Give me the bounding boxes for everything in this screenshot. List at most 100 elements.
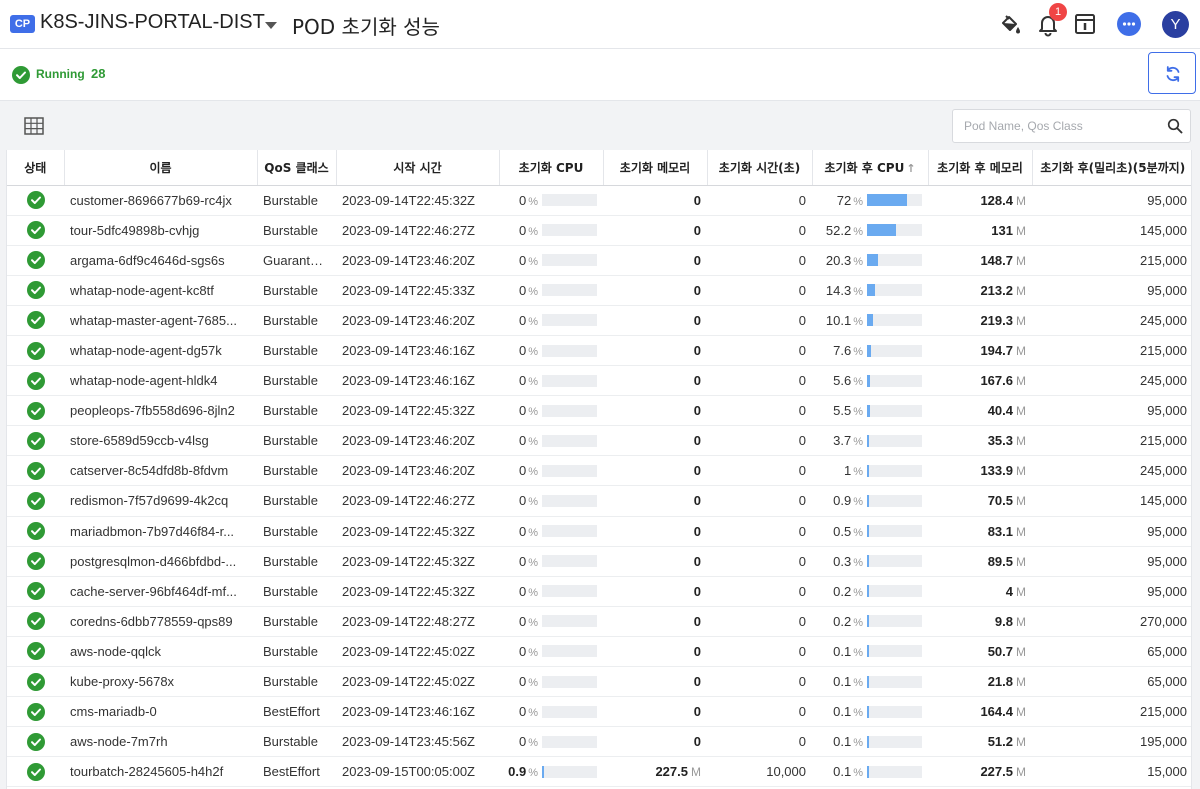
- table-row[interactable]: catserver-8c54dfd8b-8fdvm Burstable 2023-0…: [7, 455, 1191, 487]
- pod-name[interactable]: aws-node-7m7rh: [64, 726, 257, 758]
- column-header-post-cpu[interactable]: 초기화 후 CPU ↑: [812, 150, 929, 186]
- pod-name[interactable]: coredns-6dbb778559-qps89: [64, 606, 257, 637]
- post-cpu-value: 5.6: [833, 373, 852, 389]
- init-cpu-bar-track: [542, 254, 597, 267]
- post-cpu-bar-track: [867, 374, 922, 387]
- init-cpu-cell: 0%: [505, 524, 597, 539]
- post-cpu-bar-fill: [867, 344, 872, 357]
- table-row[interactable]: whatap-master-agent-7685... Burstable 2023…: [7, 305, 1191, 336]
- qos-class: Burstable: [257, 455, 336, 487]
- pod-name[interactable]: customer-8696677b69-rc4jx: [64, 185, 257, 216]
- check-circle-icon: [26, 702, 45, 721]
- start-time: 2023-09-14T23:46:16Z: [336, 335, 499, 367]
- table-row[interactable]: whatap-node-agent-dg57k Burstable 2023-09-…: [7, 335, 1191, 367]
- table-row[interactable]: whatap-node-agent-kc8tf Burstable 2023-09-…: [7, 275, 1191, 306]
- table-row[interactable]: coredns-6dbb778559-qps89 Burstable 2023-09…: [7, 606, 1191, 637]
- init-cpu-cell: 0%: [505, 283, 597, 298]
- pod-name[interactable]: peopleops-7fb558d696-8jln2: [64, 395, 257, 427]
- post-cpu-bar-track: [867, 555, 922, 568]
- pod-name[interactable]: tourbatch-28245605-h4h2f: [64, 756, 257, 788]
- post-memory-value: 83.1: [987, 523, 1013, 539]
- column-header-init-time[interactable]: 초기화 시간(초): [707, 150, 813, 186]
- post-ms: 245,000: [1032, 455, 1191, 487]
- table-row[interactable]: store-6589d59ccb-v4lsg Burstable 2023-09-1…: [7, 425, 1191, 457]
- panel-icon[interactable]: [1071, 10, 1099, 38]
- table-row[interactable]: argama-6df9c4646d-sgs6s Guaranteed 2023-09…: [7, 245, 1191, 276]
- search-icon[interactable]: [1167, 118, 1183, 134]
- mem-unit: M: [1016, 223, 1026, 238]
- pod-name[interactable]: mariadbmon-7b97d46f84-r...: [64, 516, 257, 547]
- pod-name[interactable]: whatap-node-agent-hldk4: [64, 365, 257, 397]
- pod-name[interactable]: catserver-8c54dfd8b-8fdvm: [64, 455, 257, 487]
- pod-name[interactable]: redismon-7f57d9699-4k2cq: [64, 485, 257, 517]
- post-memory-cell: 131 M: [928, 215, 1032, 246]
- avatar[interactable]: Y: [1162, 11, 1189, 38]
- pod-name[interactable]: whatap-master-agent-7685...: [64, 305, 257, 336]
- table-row[interactable]: kube-proxy-5678x Burstable 2023-09-14T22:4…: [7, 666, 1191, 698]
- pod-name[interactable]: cms-mariadb-0: [64, 696, 257, 728]
- chevron-down-icon[interactable]: [265, 22, 277, 29]
- column-header-name[interactable]: 이름: [64, 150, 258, 186]
- init-time: 0: [707, 666, 812, 698]
- column-header-init-cpu[interactable]: 초기화 CPU: [499, 150, 604, 186]
- table-row[interactable]: aws-node-7m7rh Burstable 2023-09-14T23:45:…: [7, 726, 1191, 758]
- init-memory-cell: 0: [603, 335, 707, 367]
- init-cpu-bar-track: [542, 705, 597, 718]
- pod-name[interactable]: aws-node-qqlck: [64, 636, 257, 668]
- search-input[interactable]: [953, 110, 1158, 142]
- table-row[interactable]: whatap-node-agent-hldk4 Burstable 2023-09-…: [7, 365, 1191, 397]
- state-cell: [7, 606, 64, 637]
- refresh-button[interactable]: [1148, 52, 1196, 94]
- qos-class: Burstable: [257, 365, 336, 397]
- pod-name[interactable]: tour-5dfc49898b-cvhjg: [64, 215, 257, 246]
- refresh-icon: [1166, 66, 1180, 82]
- post-cpu-cell: 0.3%: [818, 554, 922, 569]
- column-header-qos[interactable]: QoS 클래스: [257, 150, 337, 186]
- pod-name[interactable]: postgresqlmon-d466bfdbd-...: [64, 546, 257, 577]
- check-circle-icon: [26, 642, 45, 661]
- mem-unit: M: [1016, 374, 1026, 389]
- project-name[interactable]: K8S-JINS-PORTAL-DIST: [40, 11, 265, 34]
- table-row[interactable]: aws-node-qqlck Burstable 2023-09-14T22:45:…: [7, 636, 1191, 668]
- pod-name[interactable]: whatap-node-agent-dg57k: [64, 335, 257, 367]
- pod-name[interactable]: kube-proxy-5678x: [64, 666, 257, 698]
- paint-bucket-icon[interactable]: [996, 10, 1024, 38]
- init-cpu-cell: 0%: [505, 584, 597, 599]
- init-cpu-cell: 0.9%: [505, 764, 597, 779]
- table-row[interactable]: postgresqlmon-d466bfdbd-... Burstable 2023…: [7, 546, 1191, 577]
- pod-name[interactable]: cache-server-96bf464df-mf...: [64, 576, 257, 607]
- percent-unit: %: [853, 646, 863, 659]
- column-header-post-memory[interactable]: 초기화 후 메모리: [928, 150, 1033, 186]
- pod-name[interactable]: whatap-node-agent-kc8tf: [64, 275, 257, 306]
- check-circle-icon: [12, 66, 30, 84]
- column-header-start-time[interactable]: 시작 시간: [336, 150, 500, 186]
- table-row[interactable]: tourbatch-28245605-h4h2f BestEffort 2023-0…: [7, 756, 1191, 788]
- mem-unit: M: [1016, 614, 1026, 629]
- column-header-state[interactable]: 상태: [7, 150, 65, 186]
- start-time: 2023-09-14T22:45:32Z: [336, 516, 499, 547]
- status-bar: Running 28: [0, 49, 1200, 101]
- table-row[interactable]: mariadbmon-7b97d46f84-r... Burstable 2023-…: [7, 516, 1191, 547]
- post-memory-value: 131: [991, 222, 1013, 238]
- table-row[interactable]: redismon-7f57d9699-4k2cq Burstable 2023-09…: [7, 485, 1191, 517]
- table-row[interactable]: tour-5dfc49898b-cvhjg Burstable 2023-09-14…: [7, 215, 1191, 246]
- chat-icon[interactable]: [1115, 10, 1143, 38]
- pod-name[interactable]: store-6589d59ccb-v4lsg: [64, 425, 257, 457]
- table-row[interactable]: peopleops-7fb558d696-8jln2 Burstable 2023-…: [7, 395, 1191, 427]
- init-time: 0: [707, 185, 812, 216]
- table-row[interactable]: customer-8696677b69-rc4jx Burstable 2023-0…: [7, 185, 1191, 216]
- post-cpu-bar-fill: [867, 194, 907, 207]
- init-cpu-cell: 0%: [505, 253, 597, 268]
- pod-name[interactable]: argama-6df9c4646d-sgs6s: [64, 245, 257, 276]
- grid-icon[interactable]: [24, 117, 44, 135]
- mem-unit: M: [1016, 735, 1026, 750]
- column-header-post-ms[interactable]: 초기화 후(밀리초)(5분까지): [1032, 150, 1191, 186]
- state-cell: [7, 666, 64, 698]
- start-time: 2023-09-14T22:45:32Z: [336, 576, 499, 607]
- table-row[interactable]: cache-server-96bf464df-mf... Burstable 202…: [7, 576, 1191, 607]
- start-time: 2023-09-14T22:46:27Z: [336, 215, 499, 246]
- table-row[interactable]: cms-mariadb-0 BestEffort 2023-09-14T23:46:…: [7, 696, 1191, 728]
- init-memory-cell: 0: [603, 365, 707, 397]
- column-header-init-memory[interactable]: 초기화 메모리: [603, 150, 708, 186]
- post-memory-value: 50.7: [987, 643, 1013, 659]
